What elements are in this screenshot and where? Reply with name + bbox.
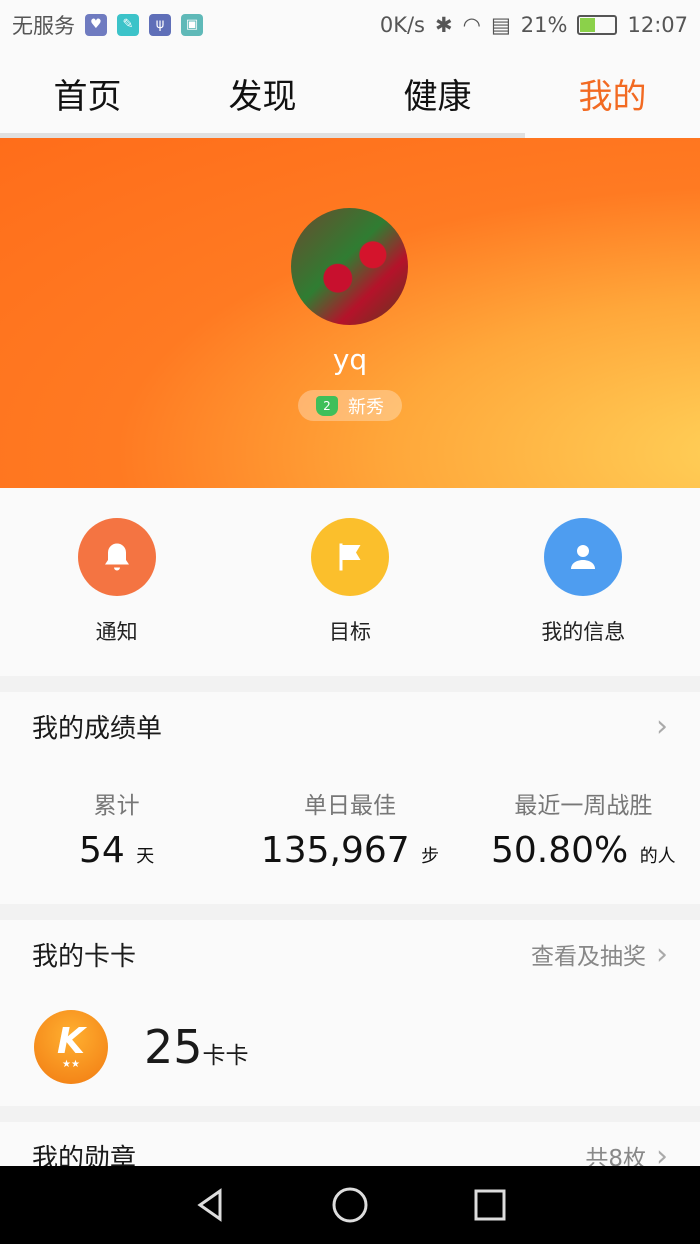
top-tabs: 首页 发现 健康 我的 [0, 50, 700, 138]
back-icon[interactable] [190, 1185, 230, 1225]
status-bar: 无服务 ♥ ✎ ψ ▣ 0K/s ✱ ◠ ▤ 21% 12:07 [0, 0, 700, 50]
network-speed: 0K/s [379, 13, 425, 37]
stat-best-day: 单日最佳 135,967 步 [260, 793, 440, 871]
battery-icon [577, 15, 618, 35]
sim-icon: ▤ [490, 13, 511, 37]
kaka-logo-icon: K ★★ [34, 1010, 108, 1084]
stat-weekly-rank: 最近一周战胜 50.80% 的人 [490, 793, 676, 871]
profile-header: yq 2 新秀 [0, 138, 700, 488]
system-nav-bar [0, 1166, 700, 1244]
edit-icon: ✎ [117, 14, 139, 36]
avatar[interactable] [291, 208, 408, 325]
kaka-balance: 25卡卡 [144, 1020, 249, 1074]
level-icon: 2 [316, 395, 338, 416]
goals-button[interactable]: 目标 [233, 518, 466, 676]
wifi-icon: ◠ [462, 13, 481, 37]
kaka-title: 我的卡卡 [32, 941, 137, 972]
view-and-draw-link[interactable]: 查看及抽奖 › [531, 937, 668, 972]
my-info-label: 我的信息 [541, 620, 626, 644]
notifications-label: 通知 [95, 620, 138, 644]
carrier-text: 无服务 [12, 14, 75, 38]
usb-icon: ψ [149, 14, 171, 36]
clock: 12:07 [627, 13, 688, 37]
report-title: 我的成绩单 [32, 713, 163, 744]
notifications-button[interactable]: 通知 [0, 518, 233, 676]
goals-label: 目标 [328, 620, 371, 644]
tab-home[interactable]: 首页 [0, 50, 175, 138]
user-icon [544, 518, 623, 596]
tab-mine[interactable]: 我的 [525, 50, 700, 138]
bluetooth-icon: ✱ [435, 13, 453, 37]
my-info-button[interactable]: 我的信息 [467, 518, 700, 676]
battery-percent: 21% [520, 13, 568, 37]
level-badge[interactable]: 2 新秀 [298, 390, 402, 421]
level-label: 新秀 [348, 396, 384, 418]
chevron-right-icon[interactable]: › [656, 709, 668, 744]
stat-total-days: 累计 54 天 [79, 793, 155, 871]
home-icon[interactable] [330, 1185, 370, 1225]
report-card[interactable]: 我的成绩单 › 累计 54 天 单日最佳 135,967 步 最近一周战胜 50.80%… [0, 692, 700, 904]
recents-icon[interactable] [470, 1185, 510, 1225]
tab-health[interactable]: 健康 [350, 50, 525, 138]
kaka-card: 我的卡卡 查看及抽奖 › K ★★ 25卡卡 [0, 920, 700, 1106]
tab-discover[interactable]: 发现 [175, 50, 350, 138]
chevron-right-icon: › [656, 936, 668, 972]
flag-icon [310, 518, 389, 596]
quick-actions: 通知 目标 我的信息 [0, 488, 700, 676]
username: yq [332, 343, 368, 376]
health-icon: ♥ [85, 14, 107, 36]
image-icon: ▣ [181, 14, 203, 36]
bell-icon [77, 518, 156, 596]
